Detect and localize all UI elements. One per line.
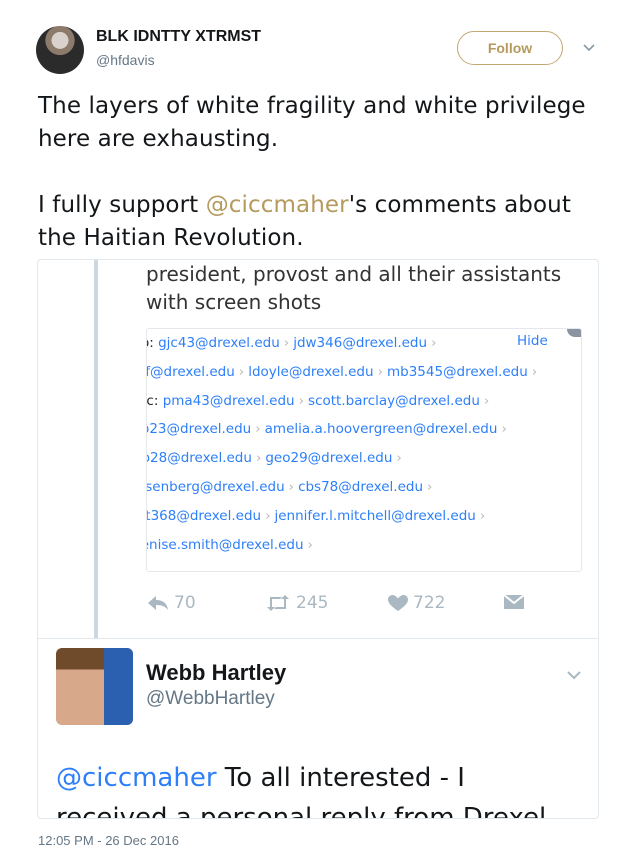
- chevron-right-icon: ›: [307, 536, 313, 553]
- retweet-action: 245: [264, 593, 328, 613]
- mention-link[interactable]: @ciccmaher: [206, 192, 349, 218]
- envelope-icon: [503, 594, 525, 609]
- screenshot-text: president, provost and all their assista…: [146, 260, 561, 316]
- tweet-line-2: I fully support @ciccmaher's comments ab…: [38, 189, 608, 255]
- reply-author-avatar: [56, 648, 133, 725]
- email-address: fo28@drexel.edu: [146, 450, 252, 467]
- reply-mention: @ciccmaher: [56, 763, 217, 793]
- retweet-count: 245: [296, 593, 329, 613]
- reply-body: To all interested - I: [216, 763, 465, 793]
- chevron-right-icon: ›: [377, 363, 383, 380]
- email-row-prefix: o:: [147, 335, 154, 351]
- email-address: ldoyle@drexel.edu: [248, 363, 374, 380]
- email-address: jennifer.l.mitchell@drexel.edu: [274, 507, 476, 524]
- email-address: af@drexel.edu: [146, 363, 235, 380]
- divider: [38, 638, 598, 639]
- chevron-right-icon: ›: [255, 421, 261, 438]
- author-display-name[interactable]: BLK IDNTTY XTRMST: [96, 28, 261, 46]
- email-row: lenise.smith@drexel.edu ›: [146, 536, 317, 553]
- email-row: ib23@drexel.edu › amelia.a.hoovergreen@dre…: [146, 421, 511, 438]
- chevron-right-icon: ›: [396, 450, 402, 467]
- follow-button[interactable]: Follow: [457, 31, 563, 65]
- chevron-down-icon: [566, 668, 582, 687]
- hide-link: Hide: [517, 333, 548, 349]
- chevron-right-icon: ›: [283, 335, 290, 351]
- email-row: o: gjc43@drexel.edu›jdw346@drexel.edu›: [147, 335, 440, 351]
- like-action: 722: [387, 593, 445, 613]
- email-row: af@drexel.edu › ldoyle@drexel.edu › mb3545@d…: [146, 363, 541, 380]
- chevron-right-icon: ›: [479, 507, 486, 524]
- email-address: pma43@drexel.edu: [162, 392, 295, 409]
- corner-mark: [567, 329, 581, 337]
- screenshot-text-line-1: president, provost and all their assista…: [146, 262, 562, 286]
- chevron-right-icon: ›: [288, 479, 295, 495]
- email-address: ib23@drexel.edu: [146, 421, 252, 438]
- chevron-right-icon: ›: [298, 392, 305, 409]
- reply-tweet-text: @ciccmaher To all interested - I: [56, 760, 465, 796]
- email-address: scott.barclay@drexel.edu: [308, 392, 480, 409]
- tweet-timestamp[interactable]: 12:05 PM - 26 Dec 2016: [38, 833, 179, 848]
- email-recipients-box: Hide o: gjc43@drexel.edu›jdw346@drexel.e…: [146, 328, 582, 572]
- reply-tweet-text-cut: received a personal reply from Drexel: [56, 803, 547, 819]
- tweet-line-1: The layers of white fragility and white …: [38, 93, 586, 152]
- author-handle[interactable]: @hfdavis: [96, 52, 155, 68]
- message-action: [502, 593, 526, 611]
- email-row: Cc: pma43@drexel.edu›scott.barclay@drexe…: [146, 392, 493, 409]
- like-count: 722: [413, 593, 446, 613]
- chevron-right-icon: ›: [255, 450, 262, 467]
- email-address: jdw346@drexel.edu: [293, 335, 428, 351]
- tweet-spacer: [38, 156, 608, 189]
- chevron-right-icon: ›: [427, 479, 433, 495]
- email-row: at368@drexel.edu › jennifer.l.mitchell@dre…: [146, 507, 489, 524]
- heart-icon: [388, 595, 408, 611]
- author-avatar[interactable]: [36, 26, 84, 74]
- email-address: mb3545@drexel.edu: [386, 363, 528, 380]
- email-address: amelia.a.hoovergreen@drexel.edu: [264, 421, 498, 438]
- email-address: lenise.smith@drexel.edu: [146, 536, 304, 553]
- chevron-right-icon: ›: [501, 421, 507, 438]
- reply-icon: [148, 596, 168, 610]
- email-address: cbs78@drexel.edu: [298, 479, 424, 495]
- chevron-right-icon: ›: [431, 335, 437, 351]
- chevron-right-icon: ›: [531, 363, 538, 380]
- email-address: osenberg@drexel.edu: [146, 479, 285, 495]
- screenshot-text-line-2: with screen shots: [146, 290, 322, 314]
- chevron-right-icon: ›: [265, 507, 271, 524]
- tweet-text: The layers of white fragility and white …: [38, 90, 608, 255]
- attached-image[interactable]: president, provost and all their assista…: [37, 259, 599, 819]
- chevron-down-icon[interactable]: [582, 40, 596, 54]
- reply-action: 70: [146, 593, 196, 613]
- avatar-background: [104, 648, 133, 725]
- email-address: at368@drexel.edu: [146, 507, 262, 524]
- email-row: osenberg@drexel.edu › cbs78@drexel.edu ›: [146, 479, 436, 495]
- chevron-right-icon: ›: [483, 392, 490, 409]
- reply-count: 70: [174, 593, 196, 613]
- email-row: fo28@drexel.edu › geo29@drexel.edu ›: [146, 450, 406, 467]
- thread-line: [94, 260, 98, 638]
- reply-author-name: Webb Hartley: [146, 660, 287, 685]
- email-row-prefix: Cc:: [146, 392, 159, 409]
- tweet-line-2-prefix: I fully support: [38, 192, 206, 218]
- chevron-right-icon: ›: [238, 363, 245, 380]
- email-address: gjc43@drexel.edu: [158, 335, 280, 351]
- reply-author-handle: @WebbHartley: [146, 688, 275, 709]
- retweet-icon: [267, 595, 289, 611]
- email-address: geo29@drexel.edu: [265, 450, 393, 467]
